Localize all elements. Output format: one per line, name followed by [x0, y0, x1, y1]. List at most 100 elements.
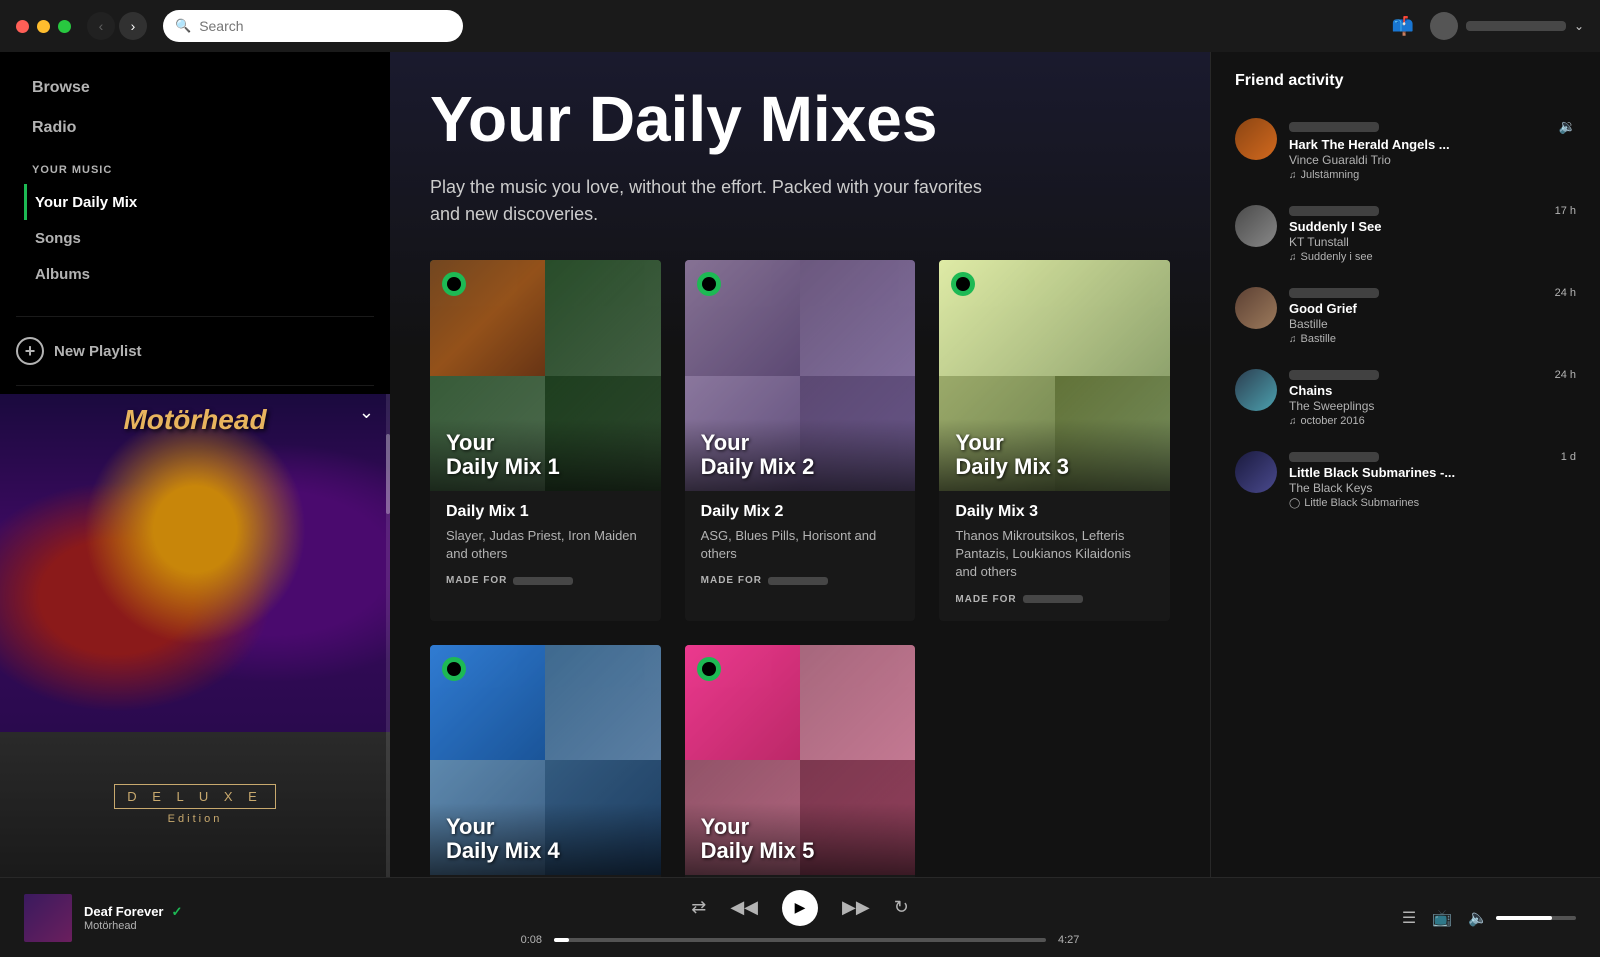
- friend-details-2: 17 h Suddenly I See KT Tunstall ♫ Sudden…: [1289, 205, 1576, 263]
- volume-icon-1: 🔉: [1559, 118, 1576, 135]
- shuffle-button[interactable]: ⇄: [691, 897, 706, 918]
- friend-header-4: 24 h: [1289, 369, 1576, 381]
- forward-button[interactable]: ›: [119, 12, 147, 40]
- player-controls: ⇄ ◀◀ ▶ ▶▶ ↻ 0:08 4:27: [320, 890, 1280, 946]
- sidebar: Browse Radio YOUR MUSIC Your Daily Mix S…: [0, 52, 390, 877]
- player-progress: 0:08 4:27: [510, 934, 1090, 946]
- friend-time-3: 24 h: [1555, 287, 1576, 299]
- next-button[interactable]: ▶▶: [842, 897, 870, 918]
- friend-item-5[interactable]: 1 d Little Black Submarines -... The Bla…: [1227, 439, 1584, 521]
- play-pause-button[interactable]: ▶: [782, 890, 818, 926]
- maximize-button[interactable]: [58, 20, 71, 33]
- volume-track[interactable]: [1496, 916, 1576, 920]
- mix-artwork-5: Your Daily Mix 5: [685, 645, 916, 876]
- sidebar-scrollbar[interactable]: [386, 394, 390, 877]
- mix-card-3[interactable]: Your Daily Mix 3 Daily Mix 3 Thanos Mikr…: [939, 260, 1170, 620]
- sidebar-item-radio[interactable]: Radio: [24, 108, 366, 148]
- friend-artist-5: The Black Keys: [1289, 481, 1576, 495]
- minimize-button[interactable]: [37, 20, 50, 33]
- sidebar-item-albums[interactable]: Albums: [24, 256, 366, 292]
- mix-card-1[interactable]: Your Daily Mix 1 Daily Mix 1 Slayer, Jud…: [430, 260, 661, 620]
- current-time: 0:08: [510, 934, 542, 946]
- friend-header-3: 24 h: [1289, 287, 1576, 299]
- mix1-artists: Slayer, Judas Priest, Iron Maiden and ot…: [446, 527, 645, 563]
- page-title: Your Daily Mixes: [430, 84, 1170, 154]
- mix2-artists: ASG, Blues Pills, Horisont and others: [701, 527, 900, 563]
- mix2-label-overlay: Your Daily Mix 2: [685, 419, 916, 491]
- mix2-name-label: Daily Mix 2: [701, 455, 900, 479]
- repeat-button[interactable]: ↻: [894, 897, 909, 918]
- friend-avatar-5: [1235, 451, 1277, 493]
- friend-item-3[interactable]: 24 h Good Grief Bastille ♫ Bastille: [1227, 275, 1584, 357]
- friend-avatar-2: [1235, 205, 1277, 247]
- sidebar-album-art[interactable]: Motörhead D E L U X E Edition ⌄: [0, 394, 390, 877]
- mixes-grid: Your Daily Mix 1 Daily Mix 1 Slayer, Jud…: [430, 260, 1170, 877]
- mix5-label-overlay: Your Daily Mix 5: [685, 803, 916, 875]
- friend-item-1[interactable]: 🔉 Hark The Herald Angels ... Vince Guara…: [1227, 106, 1584, 193]
- friend-context-5: ◯ Little Black Submarines: [1289, 497, 1576, 509]
- sidebar-nav: Browse Radio YOUR MUSIC Your Daily Mix S…: [0, 52, 390, 308]
- motorhead-text: Motörhead: [0, 404, 390, 436]
- mix3-name-label: Daily Mix 3: [955, 455, 1154, 479]
- mix1-made-for-text: MADE FOR: [446, 575, 507, 586]
- circle-icon-5: ◯: [1289, 498, 1300, 509]
- close-button[interactable]: [16, 20, 29, 33]
- user-area[interactable]: ⌄: [1430, 12, 1584, 40]
- mix5-your-label: Your: [701, 815, 900, 839]
- inbox-icon[interactable]: 📫: [1392, 16, 1414, 37]
- mix1-cell-2: [545, 260, 660, 375]
- user-avatar: [1430, 12, 1458, 40]
- search-input[interactable]: [199, 18, 451, 34]
- friend-activity-header: Friend activity: [1211, 52, 1600, 106]
- friend-list: 🔉 Hark The Herald Angels ... Vince Guara…: [1211, 106, 1600, 877]
- back-button[interactable]: ‹: [87, 12, 115, 40]
- player-right-controls: ☰ 📺 🔈: [1296, 908, 1576, 928]
- device-button[interactable]: 📺: [1432, 908, 1452, 928]
- mix1-dot-inner: [447, 277, 461, 291]
- mix5-name-label: Daily Mix 5: [701, 839, 900, 863]
- mix-card-5[interactable]: Your Daily Mix 5 Daily Mix 5 MADE FOR: [685, 645, 916, 877]
- friend-avatar-1: [1235, 118, 1277, 160]
- titlebar: ‹ › 🔍 📫 ⌄: [0, 0, 1600, 52]
- friend-details-1: 🔉 Hark The Herald Angels ... Vince Guara…: [1289, 118, 1576, 181]
- mix2-cell-2: [800, 260, 915, 375]
- friend-artist-1: Vince Guaraldi Trio: [1289, 153, 1576, 167]
- friend-name-1: [1289, 122, 1379, 132]
- mix3-made-for-text: MADE FOR: [955, 594, 1016, 605]
- friend-context-text-3: Bastille: [1301, 333, 1336, 345]
- friend-avatar-4: [1235, 369, 1277, 411]
- queue-button[interactable]: ☰: [1402, 908, 1416, 928]
- sidebar-item-your-daily-mix[interactable]: Your Daily Mix: [24, 184, 366, 220]
- search-bar[interactable]: 🔍: [163, 10, 463, 42]
- friend-item-2[interactable]: 17 h Suddenly I See KT Tunstall ♫ Sudden…: [1227, 193, 1584, 275]
- friend-details-5: 1 d Little Black Submarines -... The Bla…: [1289, 451, 1576, 509]
- mix3-made-for-name: [1023, 595, 1083, 603]
- friend-item-4[interactable]: 24 h Chains The Sweeplings ♫ october 201…: [1227, 357, 1584, 439]
- right-sidebar: Friend activity 🔉 Hark The Herald Angels…: [1210, 52, 1600, 877]
- friend-context-text-5: Little Black Submarines: [1304, 497, 1419, 509]
- prev-button[interactable]: ◀◀: [730, 897, 758, 918]
- search-icon: 🔍: [175, 18, 191, 34]
- progress-bar[interactable]: [554, 938, 1046, 942]
- friend-header-1: 🔉: [1289, 118, 1576, 135]
- new-playlist-button[interactable]: + New Playlist: [0, 325, 390, 377]
- mix3-artists: Thanos Mikroutsikos, Lefteris Pantazis, …: [955, 527, 1154, 582]
- mix5-spotify-dot: [697, 657, 721, 681]
- friend-track-3: Good Grief: [1289, 301, 1576, 316]
- album-dropdown-arrow[interactable]: ⌄: [359, 402, 374, 423]
- mix-card-2[interactable]: Your Daily Mix 2 Daily Mix 2 ASG, Blues …: [685, 260, 916, 620]
- mix3-made-for: MADE FOR: [955, 594, 1154, 605]
- mix-card-4[interactable]: Your Daily Mix 4 Daily Mix 4 MADE FOR: [430, 645, 661, 877]
- player-track-name: Deaf Forever ✓: [84, 904, 304, 920]
- mix-artwork-3: Your Daily Mix 3: [939, 260, 1170, 491]
- nav-arrows: ‹ ›: [87, 12, 147, 40]
- sidebar-item-browse[interactable]: Browse: [24, 68, 366, 108]
- player-album-thumb: [24, 894, 72, 942]
- friend-track-5: Little Black Submarines -...: [1289, 465, 1576, 480]
- sidebar-item-songs[interactable]: Songs: [24, 220, 366, 256]
- album-art-container: Motörhead D E L U X E Edition: [0, 394, 390, 877]
- volume-icon-btn[interactable]: 🔈: [1468, 908, 1488, 928]
- friend-context-3: ♫ Bastille: [1289, 333, 1576, 345]
- mix3-cell-2: [1055, 260, 1170, 375]
- mix4-cell-2: [545, 645, 660, 760]
